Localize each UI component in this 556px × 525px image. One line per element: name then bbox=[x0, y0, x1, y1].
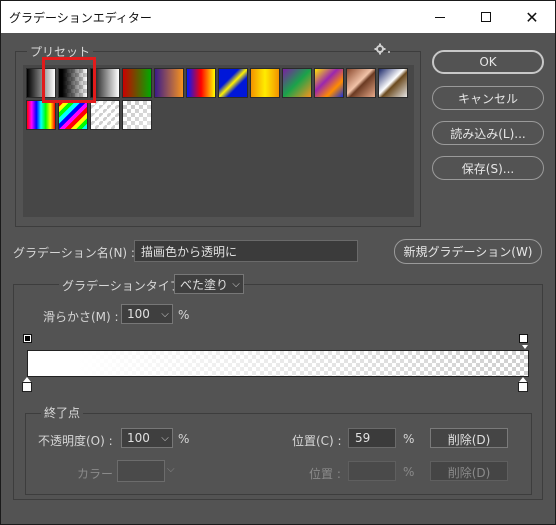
gradient-type-dropdown[interactable]: べた塗り ⌵ bbox=[174, 274, 244, 294]
minimize-button[interactable] bbox=[417, 1, 463, 33]
maximize-icon bbox=[481, 12, 491, 22]
preset-swatch-neutral-density[interactable] bbox=[122, 100, 152, 130]
preset-swatch-blue-red-yellow[interactable] bbox=[186, 68, 216, 98]
stops-group bbox=[25, 413, 532, 495]
opacity-value: 100 bbox=[127, 431, 150, 445]
chevron-down-icon: ⌵ bbox=[161, 432, 169, 444]
gradient-editor-window: グラデーションエディター ✕ プリセット OK キャンセル 読み込み(L)...… bbox=[0, 0, 556, 525]
opacity-stop-right[interactable] bbox=[519, 334, 528, 345]
chevron-down-icon: ⌵ bbox=[161, 308, 169, 320]
title-bar: グラデーションエディター ✕ bbox=[1, 1, 555, 33]
chevron-down-icon: ⌵ bbox=[167, 464, 175, 475]
color-location-unit: % bbox=[403, 465, 415, 479]
gradient-name-input[interactable]: 描画色から透明に bbox=[134, 240, 358, 262]
preset-swatch-yellow-violet-orange-blue[interactable] bbox=[314, 68, 344, 98]
opacity-location-unit: % bbox=[403, 432, 415, 446]
preset-swatch-transparent-stripes[interactable] bbox=[90, 100, 120, 130]
minimize-icon bbox=[435, 16, 445, 18]
opacity-dropdown[interactable]: 100 ⌵ bbox=[121, 428, 173, 448]
selected-preset-highlight bbox=[42, 57, 96, 103]
smoothness-unit: % bbox=[178, 308, 190, 322]
color-location-label: 位置 : bbox=[309, 467, 341, 481]
close-icon: ✕ bbox=[525, 7, 539, 27]
save-button[interactable]: 保存(S)... bbox=[432, 156, 544, 180]
color-delete-button[interactable]: 削除(D) bbox=[430, 461, 508, 481]
gradient-fill bbox=[28, 351, 528, 376]
smoothness-value: 100 bbox=[127, 307, 150, 321]
gradient-name-label: グラデーション名(N) : bbox=[13, 246, 135, 260]
color-stop-left[interactable] bbox=[22, 382, 32, 392]
smoothness-label: 滑らかさ(M) : bbox=[43, 310, 119, 324]
color-label: カラー : bbox=[77, 467, 121, 481]
window-title: グラデーションエディター bbox=[9, 11, 152, 25]
smoothness-dropdown[interactable]: 100 ⌵ bbox=[121, 304, 173, 324]
gradient-type-value: べた塗り bbox=[180, 277, 229, 292]
color-swatch[interactable] bbox=[117, 460, 165, 482]
opacity-stop-pointer bbox=[522, 345, 528, 349]
maximize-button[interactable] bbox=[463, 1, 509, 33]
preset-swatch-blue-yellow-blue[interactable] bbox=[218, 68, 248, 98]
cancel-button[interactable]: キャンセル bbox=[432, 86, 544, 110]
preset-swatch-violet-green-orange[interactable] bbox=[282, 68, 312, 98]
preset-swatch-copper[interactable] bbox=[346, 68, 376, 98]
gradient-type-label: グラデーションタイプ : bbox=[59, 277, 193, 294]
opacity-label: 不透明度(O) : bbox=[38, 434, 113, 448]
preset-swatch-red-green[interactable] bbox=[122, 68, 152, 98]
chevron-down-icon: ⌵ bbox=[232, 278, 240, 290]
opacity-location-label: 位置(C) : bbox=[292, 434, 342, 448]
preset-swatch-spectrum[interactable] bbox=[26, 100, 56, 130]
opacity-location-input[interactable]: 59 bbox=[348, 428, 396, 448]
close-button[interactable]: ✕ bbox=[509, 1, 555, 33]
gear-icon[interactable] bbox=[373, 43, 391, 57]
preset-swatch-transparent-rainbow[interactable] bbox=[58, 100, 88, 130]
opacity-stop-left[interactable] bbox=[23, 334, 32, 345]
stops-group-label: 終了点 bbox=[41, 404, 84, 421]
color-stop-right[interactable] bbox=[518, 382, 528, 392]
ok-button[interactable]: OK bbox=[432, 50, 544, 74]
preset-swatch-chrome[interactable] bbox=[378, 68, 408, 98]
load-button[interactable]: 読み込み(L)... bbox=[432, 121, 544, 145]
gradient-preview-bar[interactable] bbox=[27, 350, 529, 377]
preset-swatch-orange-yellow-orange[interactable] bbox=[250, 68, 280, 98]
opacity-delete-button[interactable]: 削除(D) bbox=[430, 428, 508, 448]
new-gradient-button[interactable]: 新規グラデーション(W) bbox=[394, 239, 542, 264]
opacity-unit: % bbox=[178, 432, 190, 446]
color-location-input[interactable] bbox=[348, 461, 396, 481]
preset-swatch-violet-orange[interactable] bbox=[154, 68, 184, 98]
